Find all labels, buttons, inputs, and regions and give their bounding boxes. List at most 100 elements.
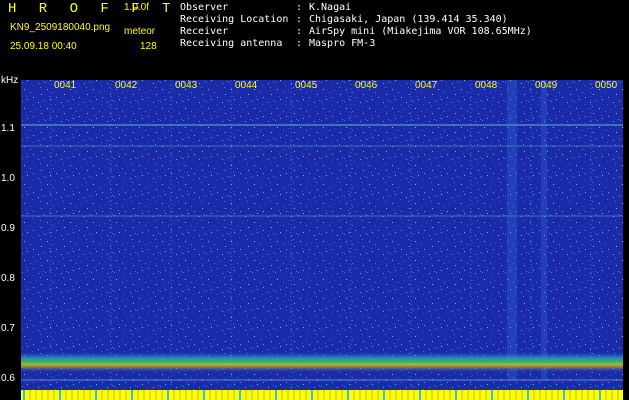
bottom-bar-tick [455, 390, 457, 400]
bottom-bar-tick [29, 390, 31, 400]
bottom-bar-tick [47, 390, 49, 400]
bottom-bar-tick [185, 390, 187, 400]
separator: : [296, 2, 303, 13]
freq-tick-label: 0.9 [1, 223, 15, 234]
bottom-bar-tick [215, 390, 217, 400]
bottom-bar-tick [443, 390, 445, 400]
bottom-bar-tick [605, 390, 607, 400]
bottom-bar-tick [527, 390, 529, 400]
frequency-unit-label: kHz [1, 75, 19, 86]
bottom-bar-tick [287, 390, 289, 400]
bottom-bar-tick [317, 390, 319, 400]
bottom-bar-tick [587, 390, 589, 400]
bottom-bar-tick [563, 390, 565, 400]
bottom-bar-tick [509, 390, 511, 400]
bottom-bar-tick [257, 390, 259, 400]
bottom-bar-tick [593, 390, 595, 400]
freq-tick-label: 1.0 [1, 173, 15, 184]
bottom-bar-tick [497, 390, 499, 400]
bottom-bar-tick [299, 390, 301, 400]
time-tick-label: 0042 [115, 80, 138, 91]
time-tick-label: 0050 [595, 80, 618, 91]
bottom-bar [21, 390, 623, 400]
bottom-bar-tick [77, 390, 79, 400]
carrier-band [21, 352, 623, 372]
bottom-bar-tick [461, 390, 463, 400]
bottom-bar-tick [167, 390, 169, 400]
bottom-bar-tick [23, 390, 25, 400]
bottom-bar-tick [401, 390, 403, 400]
bottom-bar-tick [155, 390, 157, 400]
time-tick-label: 0046 [355, 80, 378, 91]
bottom-bar-tick [323, 390, 325, 400]
bottom-bar-tick [617, 390, 619, 400]
time-tick-label: 0041 [54, 80, 77, 91]
bottom-bar-tick [233, 390, 235, 400]
observer-label: Observer [180, 2, 229, 13]
fft-size-label: 128 [140, 41, 157, 52]
datetime-label: 25.09.18 00:40 [10, 41, 77, 52]
antenna-value: Maspro FM-3 [309, 38, 376, 49]
receiver-label: Receiver [180, 26, 229, 37]
bottom-bar-tick [41, 390, 43, 400]
bottom-bar-tick [533, 390, 535, 400]
bottom-bar-tick [575, 390, 577, 400]
bottom-bar-tick [395, 390, 397, 400]
freq-tick-label: 0.8 [1, 273, 15, 284]
bottom-bar-tick [269, 390, 271, 400]
bottom-bar-tick [545, 390, 547, 400]
bottom-bar-tick [293, 390, 295, 400]
bottom-bar-tick [107, 390, 109, 400]
bottom-bar-tick [251, 390, 253, 400]
bottom-bar-tick [419, 390, 421, 400]
freq-tick-label: 1.1 [1, 123, 15, 134]
bottom-bar-tick [437, 390, 439, 400]
bottom-bar-tick [35, 390, 37, 400]
bottom-bar-tick [383, 390, 385, 400]
bottom-bar-tick [557, 390, 559, 400]
antenna-label: Receiving antenna [180, 38, 283, 49]
time-tick-label: 0044 [235, 80, 258, 91]
version-label: 1.0.0f [124, 2, 150, 13]
bottom-bar-tick [161, 390, 163, 400]
bottom-bar-tick [101, 390, 103, 400]
bottom-bar-tick [539, 390, 541, 400]
bottom-bar-tick [173, 390, 175, 400]
bottom-bar-tick [59, 390, 61, 400]
bottom-bar-tick [131, 390, 133, 400]
bottom-bar-tick [125, 390, 127, 400]
time-tick-label: 0049 [535, 80, 558, 91]
location-label: Receiving Location [180, 14, 289, 25]
freq-tick-label: 0.6 [1, 373, 15, 384]
bottom-bar-tick [65, 390, 67, 400]
bottom-bar-tick [515, 390, 517, 400]
bottom-bar-tick [89, 390, 91, 400]
location-value: Chigasaki, Japan (139.414 35.340) [309, 14, 508, 25]
bottom-bar-tick [143, 390, 145, 400]
bottom-bar-tick [335, 390, 337, 400]
bottom-bar-tick [425, 390, 427, 400]
bottom-bar-tick [329, 390, 331, 400]
bottom-bar-tick [191, 390, 193, 400]
mode-label: meteor [124, 26, 156, 37]
bottom-bar-tick [179, 390, 181, 400]
spectrogram-canvas [21, 80, 623, 400]
separator: : [296, 38, 303, 49]
bottom-bar-tick [275, 390, 277, 400]
bottom-bar-tick [83, 390, 85, 400]
spectrogram[interactable] [21, 80, 623, 400]
bottom-bar-tick [137, 390, 139, 400]
bottom-bar-tick [209, 390, 211, 400]
bottom-bar-tick [413, 390, 415, 400]
bottom-bar-tick [197, 390, 199, 400]
bottom-bar-tick [377, 390, 379, 400]
vertical-band [541, 80, 547, 380]
bottom-bar-tick [341, 390, 343, 400]
right-border [623, 80, 629, 400]
bottom-bar-tick [53, 390, 55, 400]
time-tick-label: 0047 [415, 80, 438, 91]
bottom-bar-tick [245, 390, 247, 400]
bottom-bar-tick [113, 390, 115, 400]
bottom-bar-tick [485, 390, 487, 400]
separator: : [296, 14, 303, 25]
